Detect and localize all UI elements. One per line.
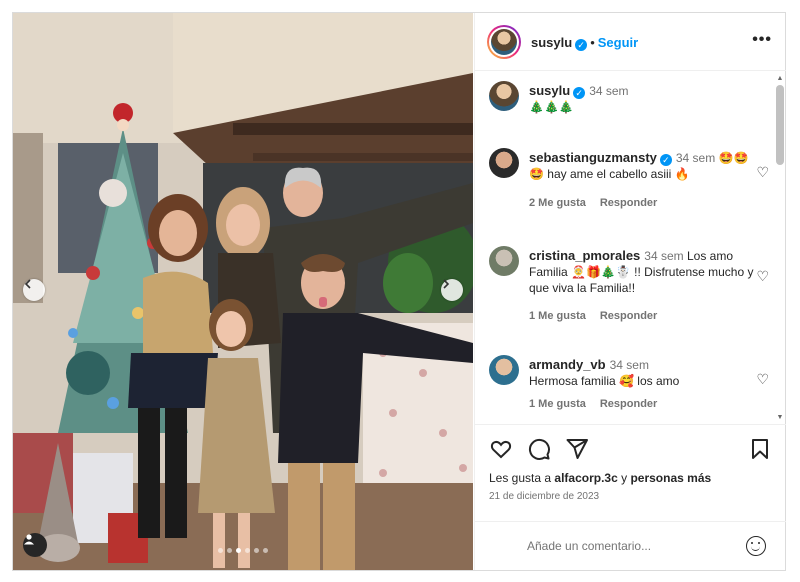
reply-button[interactable]: Responder	[600, 197, 657, 209]
post-photo	[13, 13, 473, 570]
post-header: susylu ✓ • Seguir •••	[475, 13, 786, 71]
scroll-thumb[interactable]	[776, 85, 784, 165]
comment-likes[interactable]: 2 Me gusta	[529, 197, 586, 209]
carousel-dot	[254, 548, 259, 553]
comment-item: armandy_vb 34 sem Hermosa familia 🥰 los a…	[489, 355, 769, 415]
author-avatar-small[interactable]	[489, 81, 519, 111]
comment-username[interactable]: cristina_pmorales	[529, 248, 640, 263]
comment-item: cristina_pmorales 34 sem Los amo Familia …	[489, 246, 769, 341]
family-christmas-photo	[13, 13, 473, 570]
verified-icon: ✓	[573, 87, 586, 99]
carousel-indicator	[13, 548, 473, 553]
post-date[interactable]: 21 de diciembre de 2023	[489, 491, 599, 502]
carousel-dot	[227, 548, 232, 553]
more-icon[interactable]: •••	[752, 31, 772, 49]
post-actions: Les gusta a alfacorp.3c y personas más 2…	[475, 424, 786, 571]
share-icon[interactable]	[565, 437, 589, 461]
comments-scrollbar[interactable]: ▲ ▼	[776, 75, 784, 421]
scroll-down-arrow[interactable]: ▼	[776, 414, 784, 421]
comment-time: 34 sem	[644, 249, 684, 263]
follow-button[interactable]: Seguir	[598, 35, 638, 50]
commenter-avatar[interactable]	[489, 148, 519, 178]
author-avatar[interactable]	[487, 25, 521, 59]
caption-time: 34 sem	[589, 84, 629, 98]
likes-others-link[interactable]: personas más	[630, 471, 711, 485]
comment-meta: 1 Me gusta Responder	[529, 310, 671, 322]
chevron-right-icon	[443, 279, 450, 289]
commenter-avatar[interactable]	[489, 355, 519, 385]
likes-user-link[interactable]: alfacorp.3c	[554, 471, 617, 485]
bookmark-icon[interactable]	[748, 437, 772, 461]
caption-text: 🎄🎄🎄	[529, 100, 574, 114]
comment-username[interactable]: armandy_vb	[529, 357, 606, 372]
emoji-icon[interactable]	[746, 536, 766, 556]
action-bar	[489, 437, 772, 461]
separator: •	[590, 35, 595, 50]
user-tag-icon	[24, 534, 34, 545]
comment-likes[interactable]: 1 Me gusta	[529, 398, 586, 410]
carousel-dot	[218, 548, 223, 553]
comment-meta: 1 Me gusta Responder	[529, 398, 671, 410]
comment-item: sebastianguzmansty ✓ 34 sem 🤩🤩🤩 hay ame el…	[489, 148, 769, 228]
previous-photo-button[interactable]	[23, 279, 45, 301]
post-side-panel: susylu ✓ • Seguir ••• susylu ✓ 34 sem 🎄🎄🎄 seb…	[474, 13, 786, 570]
likes-summary: Les gusta a alfacorp.3c y personas más	[489, 471, 711, 485]
comments-list[interactable]: susylu ✓ 34 sem 🎄🎄🎄 sebastianguzmansty ✓ 34 …	[475, 71, 786, 423]
likes-conjunction: y	[621, 471, 628, 485]
add-comment-bar	[475, 521, 786, 572]
next-photo-button[interactable]	[441, 279, 463, 301]
comment-time: 34 sem	[675, 151, 716, 165]
carousel-dot-active	[236, 548, 241, 553]
reply-button[interactable]: Responder	[600, 398, 657, 410]
verified-icon: ✓	[659, 154, 672, 166]
caption: susylu ✓ 34 sem 🎄🎄🎄	[489, 81, 769, 121]
carousel-dot	[245, 548, 250, 553]
heart-icon[interactable]	[489, 437, 513, 461]
heart-icon[interactable]: ♡	[756, 164, 769, 181]
comment-text: Hermosa familia 🥰 los amo	[529, 374, 680, 388]
heart-icon[interactable]: ♡	[756, 268, 769, 285]
commenter-avatar[interactable]	[489, 246, 519, 276]
carousel-dot	[263, 548, 268, 553]
tagged-users-button[interactable]	[23, 533, 47, 557]
comment-likes[interactable]: 1 Me gusta	[529, 310, 586, 322]
comment-username[interactable]: sebastianguzmansty	[529, 150, 657, 165]
author-line: susylu ✓ • Seguir	[531, 34, 638, 52]
comment-input[interactable]	[525, 538, 729, 554]
chevron-left-icon	[24, 279, 31, 289]
likes-prefix: Les gusta a	[489, 471, 552, 485]
scroll-up-arrow[interactable]: ▲	[776, 75, 784, 82]
post-dialog: susylu ✓ • Seguir ••• susylu ✓ 34 sem 🎄🎄🎄 seb…	[12, 12, 786, 571]
comment-time: 34 sem	[609, 358, 649, 372]
reply-button[interactable]: Responder	[600, 310, 657, 322]
comment-meta: 2 Me gusta Responder	[529, 197, 671, 209]
heart-icon[interactable]: ♡	[756, 371, 769, 388]
caption-username[interactable]: susylu	[529, 83, 570, 98]
verified-icon: ✓	[575, 39, 588, 51]
comment-icon[interactable]	[527, 437, 551, 461]
author-username[interactable]: susylu	[531, 35, 572, 50]
